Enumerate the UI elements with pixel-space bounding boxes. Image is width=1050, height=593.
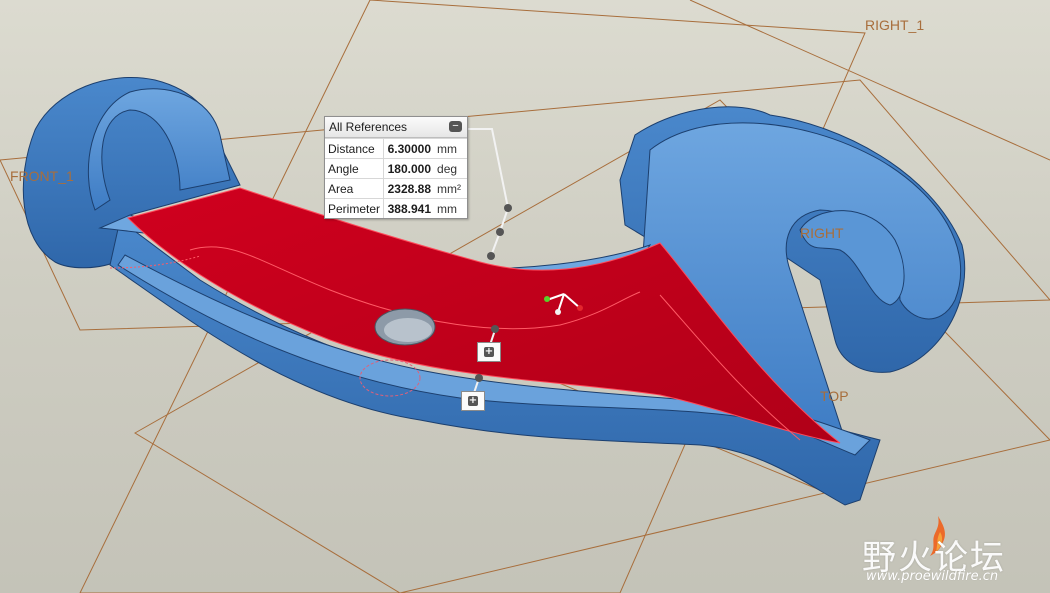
row-unit: mm (434, 138, 467, 159)
expand-button[interactable]: + (461, 391, 485, 411)
plus-icon: + (468, 395, 478, 406)
row-value: 2328.88 (383, 178, 435, 199)
row-label: Angle (325, 158, 385, 179)
row-unit: mm (434, 198, 467, 218)
datum-label-top[interactable]: TOP (820, 388, 849, 404)
graphics-viewport[interactable]: RIGHT_1 FRONT_1 RIGHT TOP All References… (0, 0, 1050, 593)
hole-inner (384, 318, 432, 342)
model-scene[interactable] (0, 0, 1050, 593)
panel-header: All References − (325, 117, 467, 138)
table-row: Angle 180.000 deg (325, 158, 467, 179)
datum-label-right[interactable]: RIGHT (800, 225, 844, 241)
datum-label-front[interactable]: FRONT_1 (10, 168, 74, 184)
row-value: 388.941 (383, 198, 435, 218)
plus-icon: + (484, 346, 494, 357)
row-value: 180.000 (383, 158, 435, 179)
table-row: Perimeter 388.941 mm (325, 198, 467, 218)
watermark-logo: 野火论坛 www.proewildfire.cn (862, 516, 1042, 590)
row-unit: deg (434, 158, 467, 179)
row-label: Area (325, 178, 385, 199)
row-label: Distance (325, 138, 385, 159)
watermark-url: www.proewildfire.cn (866, 569, 999, 584)
datum-label-right-1[interactable]: RIGHT_1 (865, 17, 924, 33)
row-value: 6.30000 (383, 138, 435, 159)
measure-table: Distance 6.30000 mm Angle 180.000 deg Ar… (325, 138, 467, 218)
expand-button[interactable]: + (477, 342, 501, 362)
measure-results-panel: All References − Distance 6.30000 mm Ang… (324, 116, 468, 219)
row-label: Perimeter (325, 198, 385, 218)
minus-icon[interactable]: − (449, 121, 462, 132)
row-unit: mm² (434, 178, 467, 199)
panel-title: All References (329, 120, 408, 134)
table-row: Distance 6.30000 mm (325, 138, 467, 159)
table-row: Area 2328.88 mm² (325, 178, 467, 199)
